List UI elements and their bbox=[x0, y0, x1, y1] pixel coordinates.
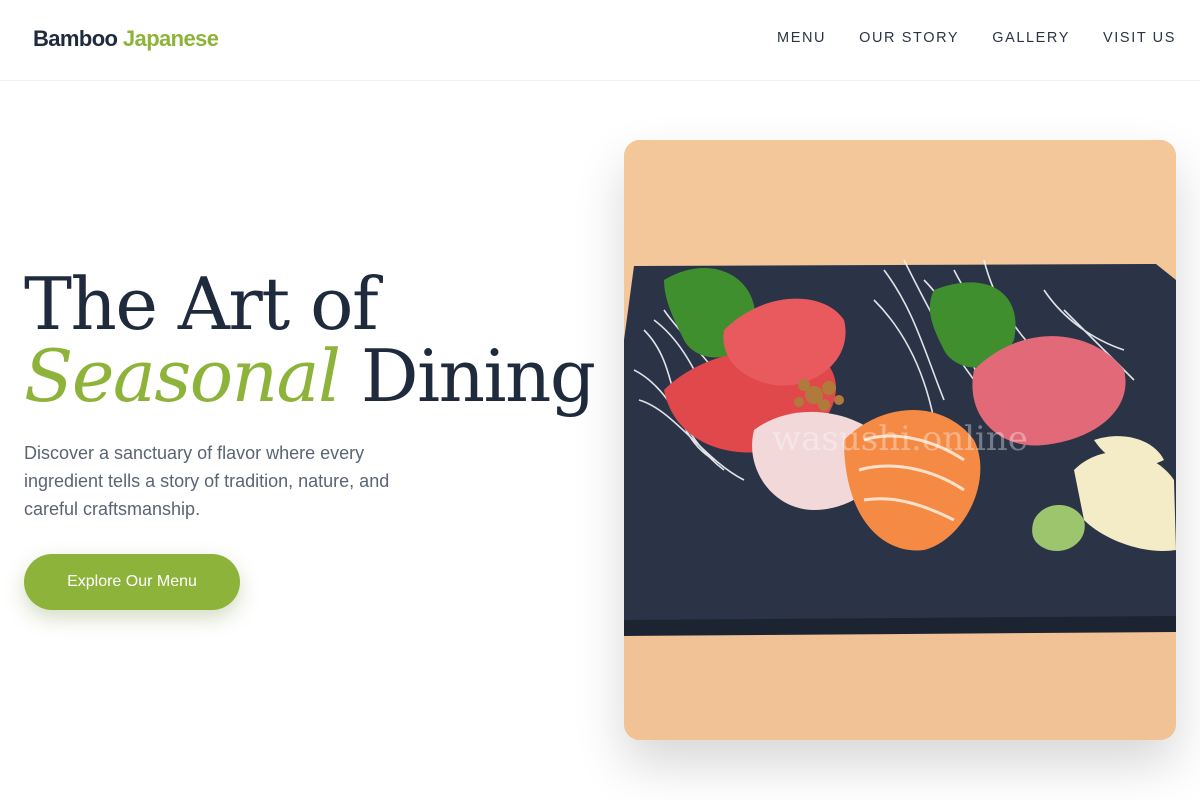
hero-title-line-2: Seasonal Dining bbox=[24, 340, 596, 412]
explore-menu-button[interactable]: Explore Our Menu bbox=[24, 554, 240, 610]
brand-name-primary: Bamboo bbox=[33, 26, 118, 51]
sashimi-illustration: wasushi.online bbox=[624, 140, 1176, 740]
brand-name-accent: Japanese bbox=[122, 26, 219, 51]
main-nav: MENU OUR STORY GALLERY VISIT US bbox=[744, 30, 1176, 46]
hero-title: The Art of Seasonal Dining bbox=[24, 262, 596, 412]
nav-link-gallery[interactable]: GALLERY bbox=[992, 30, 1070, 46]
brand-logo[interactable]: Bamboo Japanese bbox=[33, 26, 219, 52]
hero-description: Discover a sanctuary of flavor where eve… bbox=[24, 443, 390, 519]
hero-title-dining: Dining bbox=[360, 334, 596, 418]
nav-link-visit-us[interactable]: VISIT US bbox=[1103, 30, 1176, 46]
site-header: Bamboo Japanese MENU OUR STORY GALLERY V… bbox=[0, 0, 1200, 81]
hero-title-italic: Seasonal bbox=[24, 334, 341, 418]
nav-link-our-story[interactable]: OUR STORY bbox=[859, 30, 959, 46]
nav-link-menu[interactable]: MENU bbox=[777, 30, 826, 46]
hero-sashimi-image: wasushi.online bbox=[624, 140, 1176, 740]
image-watermark: wasushi.online bbox=[772, 419, 1028, 459]
hero-title-line-1: The Art of bbox=[24, 262, 379, 346]
